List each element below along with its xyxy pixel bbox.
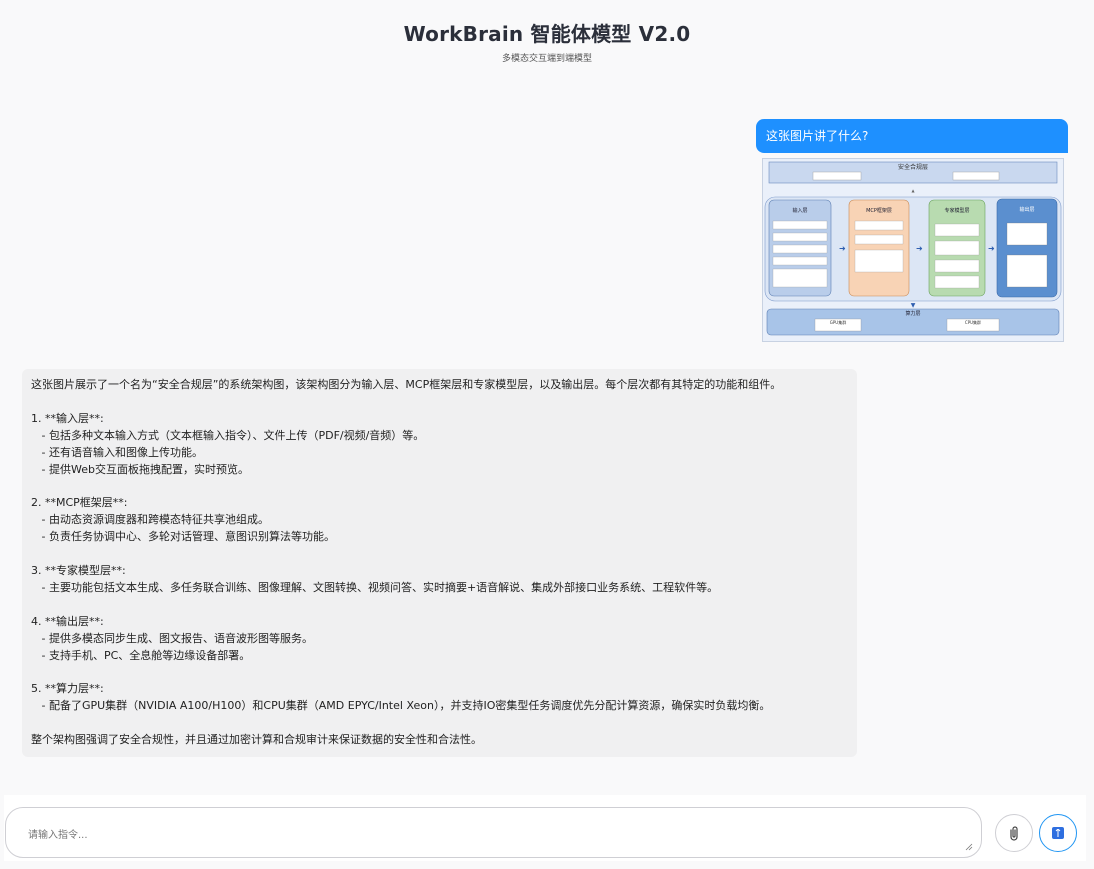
- paperclip-icon: [1010, 826, 1018, 841]
- diagram-expert-layer-label: 专家模型层: [944, 207, 969, 214]
- svg-text:➜: ➜: [916, 244, 923, 253]
- svg-text:▼: ▼: [911, 302, 916, 309]
- architecture-diagram-thumbnail: 安全合规层 ▲ 输入层 ➜ MCP框架层 ➜ 专家模型层 ➜ 输出层 ▼ 算力层…: [763, 159, 1063, 341]
- page-header: WorkBrain 智能体模型 V2.0 多模态交互端到端模型: [0, 0, 1094, 64]
- send-icon: [1052, 827, 1064, 839]
- chat-app: WorkBrain 智能体模型 V2.0 多模态交互端到端模型 这张图片讲了什么…: [0, 0, 1094, 869]
- page-title: WorkBrain 智能体模型 V2.0: [403, 22, 691, 46]
- attach-button[interactable]: [995, 814, 1033, 852]
- resize-handle-icon[interactable]: [965, 843, 973, 851]
- svg-text:➜: ➜: [839, 244, 846, 253]
- prompt-input[interactable]: [26, 824, 965, 846]
- prompt-input-container[interactable]: [5, 807, 982, 858]
- attached-architecture-image[interactable]: 安全合规层 ▲ 输入层 ➜ MCP框架层 ➜ 专家模型层 ➜ 输出层 ▼ 算力层…: [762, 158, 1064, 342]
- send-button[interactable]: [1039, 814, 1077, 852]
- composer-bar: [4, 795, 1086, 861]
- assistant-message: 这张图片展示了一个名为“安全合规层”的系统架构图，该架构图分为输入层、MCP框架…: [22, 369, 857, 757]
- diagram-output-layer-label: 输出层: [1019, 206, 1034, 213]
- page-subtitle: 多模态交互端到端模型: [501, 54, 592, 64]
- user-message: 这张图片讲了什么?: [756, 119, 1068, 153]
- diagram-input-layer-label: 输入层: [792, 207, 807, 214]
- diagram-cpu-label: CPU集群: [965, 319, 981, 325]
- diagram-top-layer-label: 安全合规层: [898, 163, 928, 171]
- diagram-gpu-label: GPU集群: [830, 319, 846, 325]
- svg-text:➜: ➜: [988, 244, 995, 253]
- diagram-mcp-layer-label: MCP框架层: [866, 207, 892, 214]
- diagram-compute-layer-label: 算力层: [905, 310, 920, 317]
